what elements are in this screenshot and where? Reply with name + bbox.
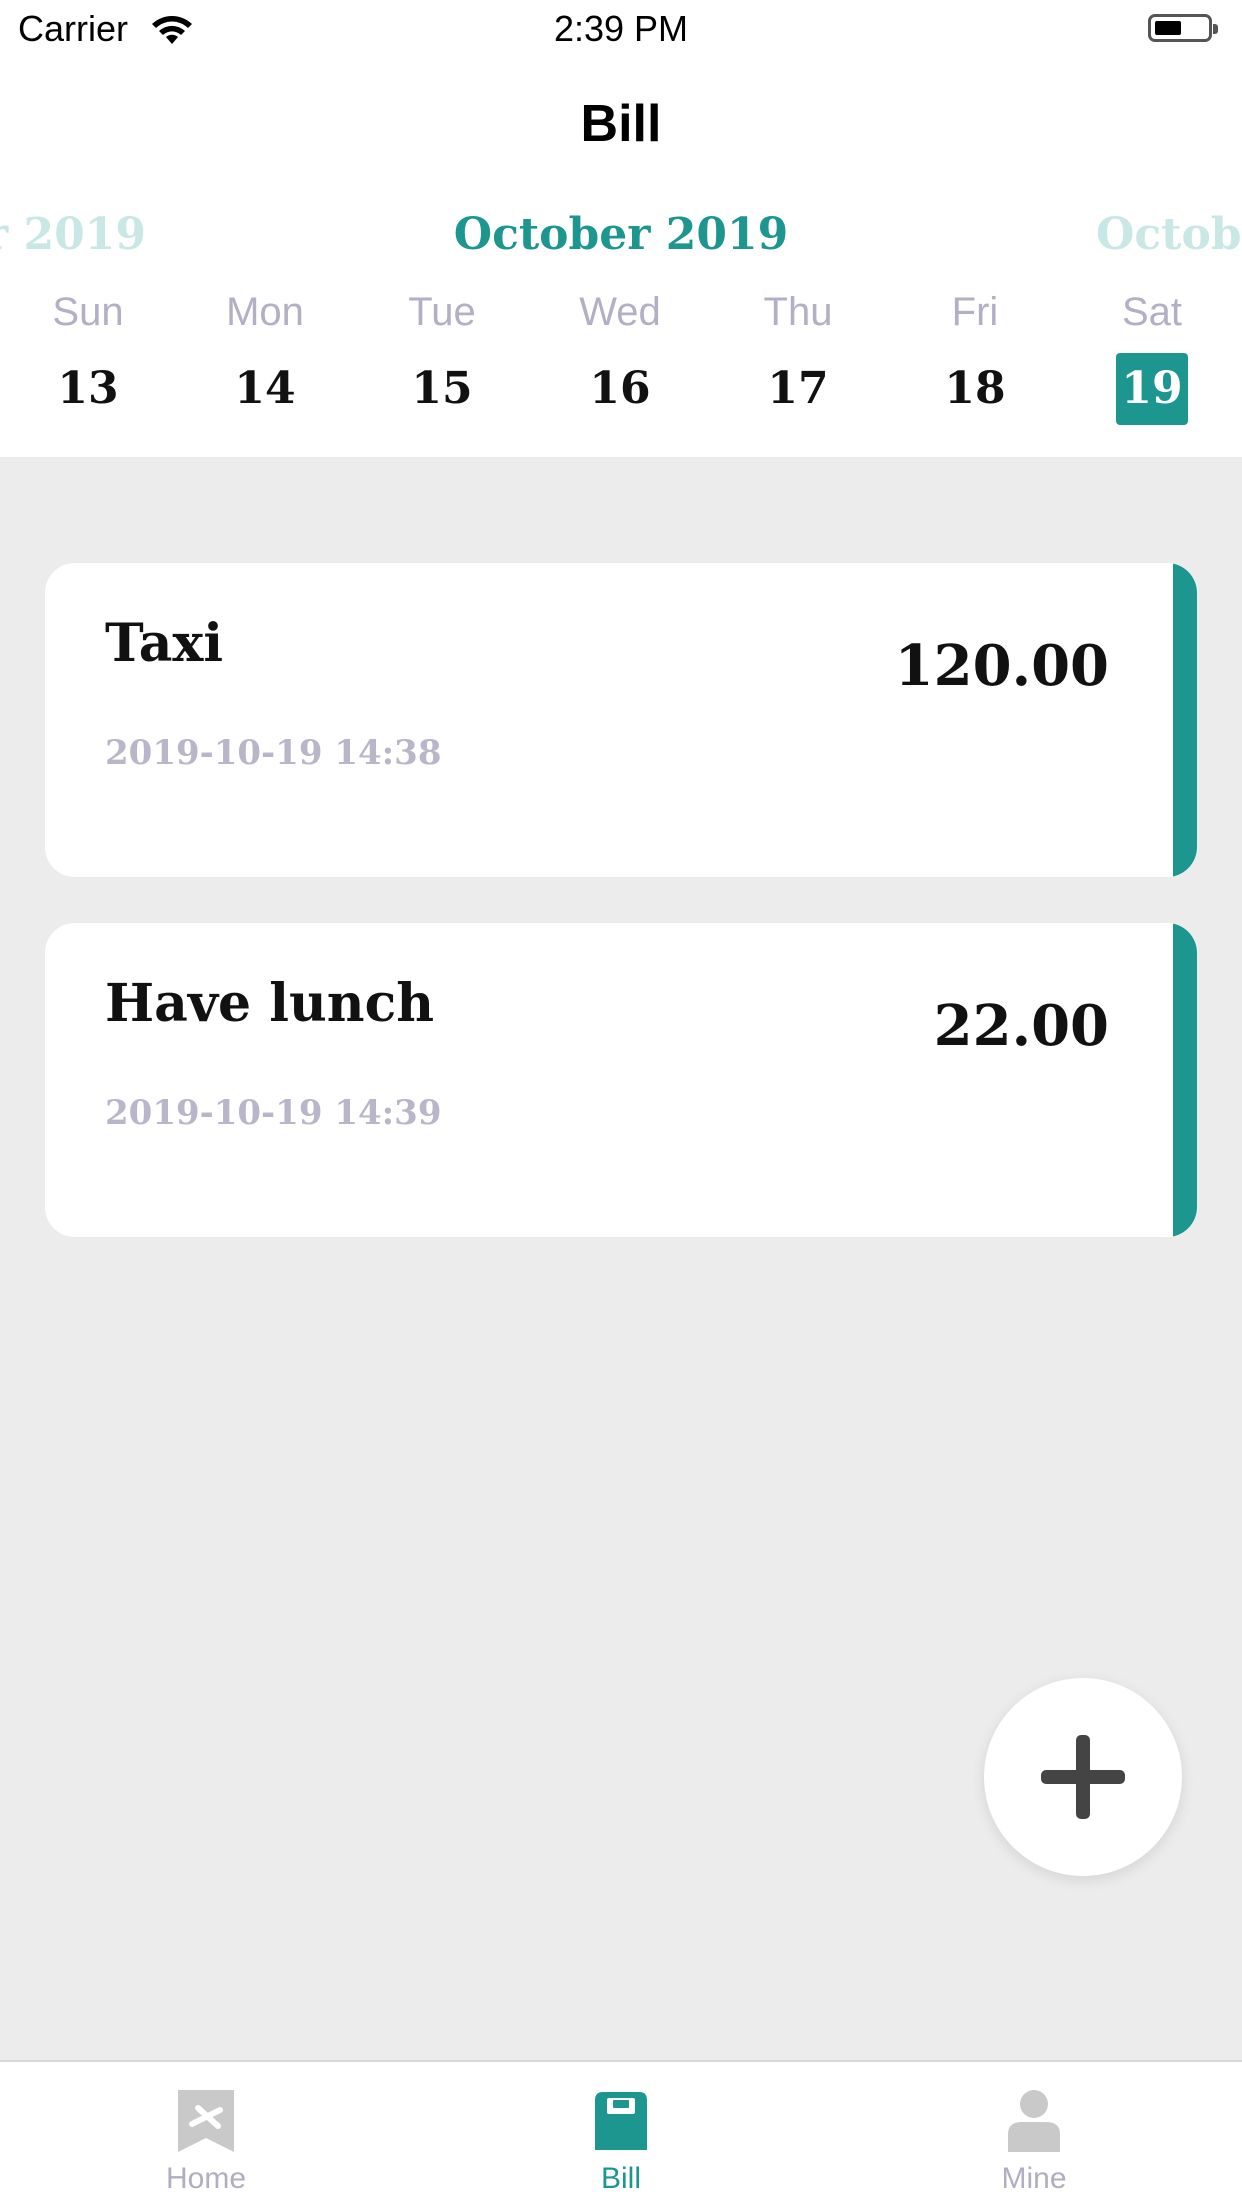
plus-icon (1041, 1735, 1125, 1819)
tab-label: Home (165, 2162, 247, 2195)
bill-title: Have lunch (105, 973, 435, 1034)
day-number: 17 (767, 363, 829, 414)
clock: 2:39 PM (553, 8, 689, 49)
add-bill-button[interactable] (984, 1678, 1182, 1876)
bill-time: 2019-10-19 14:39 (105, 1093, 442, 1133)
accent-stripe (1173, 923, 1197, 1237)
page-title: Bill (580, 95, 662, 153)
battery-icon (1148, 14, 1218, 42)
tab-bill[interactable]: Bill (521, 2062, 721, 2210)
tab-mine[interactable]: Mine (934, 2062, 1134, 2210)
current-month-label: October 2019 (453, 209, 789, 260)
day-of-week: Mon (226, 290, 304, 334)
accent-stripe (1173, 563, 1197, 877)
tab-home[interactable]: Home (106, 2062, 306, 2210)
day-of-week: Sun (52, 290, 124, 334)
day-number: 16 (589, 363, 651, 414)
day-number: 18 (944, 363, 1006, 414)
day-of-week: Wed (579, 290, 661, 334)
day-number: 15 (411, 363, 473, 414)
day-wed[interactable]: Wed 16 (560, 285, 680, 425)
day-of-week: Thu (763, 290, 833, 334)
day-number: 14 (234, 363, 296, 414)
day-fri[interactable]: Fri 18 (915, 285, 1035, 425)
status-bar: Carrier 2:39 PM (0, 0, 1242, 62)
tab-label: Mine (1001, 2162, 1067, 2195)
bill-amount: 120.00 (894, 633, 1109, 699)
day-of-week: Sat (1121, 290, 1183, 334)
person-icon (1008, 2090, 1060, 2152)
day-sun[interactable]: Sun 13 (28, 285, 148, 425)
header-area: Carrier 2:39 PM Bill er 2019 October 201… (0, 0, 1242, 457)
day-sat-selected[interactable]: Sat 19 (1092, 285, 1212, 425)
bill-clipboard-icon (595, 2092, 647, 2150)
bill-card[interactable]: Have lunch 22.00 2019-10-19 14:39 (45, 923, 1197, 1237)
selected-day-number: 19 (1116, 353, 1188, 425)
tab-label: Bill (600, 2162, 641, 2195)
home-ticket-icon (178, 2090, 234, 2152)
day-of-week: Tue (408, 290, 476, 334)
bill-amount: 22.00 (933, 993, 1109, 1059)
week-strip: Sun 13 Mon 14 Tue 15 Wed 16 Thu 17 Fri 1… (0, 285, 1242, 435)
day-number: 13 (57, 363, 119, 414)
tab-bar: Home Bill Mine (0, 2060, 1242, 2210)
day-of-week: Fri (951, 290, 999, 334)
day-tue[interactable]: Tue 15 (382, 285, 502, 425)
day-mon[interactable]: Mon 14 (205, 285, 325, 425)
day-thu[interactable]: Thu 17 (738, 285, 858, 425)
bill-time: 2019-10-19 14:38 (105, 733, 442, 773)
next-month-label[interactable]: Octobe (1096, 205, 1242, 265)
bill-card[interactable]: Taxi 120.00 2019-10-19 14:38 (45, 563, 1197, 877)
bill-title: Taxi (105, 613, 224, 674)
